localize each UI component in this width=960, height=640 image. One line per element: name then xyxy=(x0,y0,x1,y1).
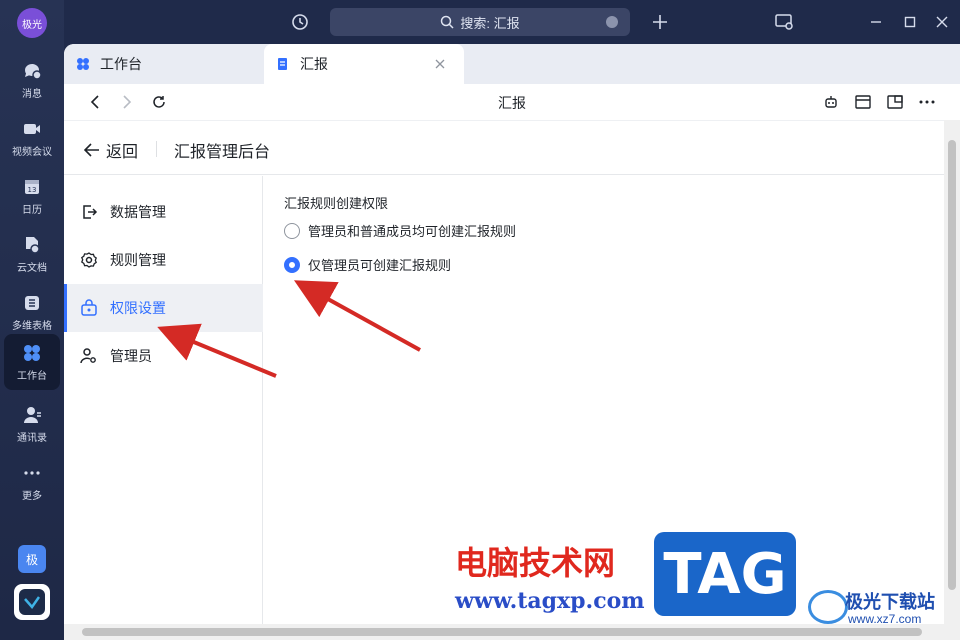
left-rail: 极光 消息 视频会议 13 日历 云文档 多维表格 工作台 通讯录 更多 极 xyxy=(0,0,64,640)
tab-label: 汇报 xyxy=(300,56,328,72)
global-search-input[interactable]: 搜索: 汇报 xyxy=(330,8,630,36)
tab-strip: 工作台 汇报 xyxy=(64,44,960,84)
rail-item-label: 日历 xyxy=(22,204,42,216)
user-avatar[interactable]: 极光 xyxy=(17,8,47,38)
close-tab-icon[interactable] xyxy=(434,57,448,71)
rail-item-cloud-docs[interactable]: 云文档 xyxy=(4,226,60,282)
radio-label: 仅管理员可创建汇报规则 xyxy=(308,258,452,273)
back-label: 返回 xyxy=(106,144,139,161)
rail-item-workspace[interactable]: 工作台 xyxy=(4,334,60,390)
contacts-icon xyxy=(24,406,41,423)
radio-option-all-members[interactable]: 管理员和普通成员均可创建汇报规则 xyxy=(284,221,516,240)
calendar-icon: 13 xyxy=(25,179,39,194)
arrow-left-icon xyxy=(84,143,99,157)
radio-label: 管理员和普通成员均可创建汇报规则 xyxy=(308,224,517,239)
menu-item-label: 权限设置 xyxy=(110,300,166,316)
permission-panel: 汇报规则创建权限 管理员和普通成员均可创建汇报规则 仅管理员可创建汇报规则 xyxy=(284,193,516,273)
horizontal-scrollbar[interactable] xyxy=(64,624,960,640)
app-launcher[interactable] xyxy=(14,584,50,620)
watermark-site-name: 电脑技术网 xyxy=(455,544,616,582)
rail-item-video-meeting[interactable]: 视频会议 xyxy=(4,110,60,166)
watermark-logo-name: 极光下载站 xyxy=(845,592,935,612)
add-icon[interactable] xyxy=(650,12,670,32)
robot-icon[interactable] xyxy=(822,93,840,111)
app-badge[interactable]: 极 xyxy=(18,545,46,573)
lock-bag-icon xyxy=(81,299,97,316)
header-divider xyxy=(156,141,157,157)
watermark-tag-logo: TAG xyxy=(654,532,796,616)
history-icon[interactable] xyxy=(290,12,310,32)
menu-item-label: 规则管理 xyxy=(110,252,166,268)
scroll-thumb[interactable] xyxy=(948,140,956,590)
menu-item-label: 管理员 xyxy=(110,348,152,364)
menu-item-permission-settings[interactable]: 权限设置 xyxy=(64,284,263,332)
report-doc-icon xyxy=(276,57,290,71)
rail-item-label: 消息 xyxy=(22,88,42,100)
table-icon xyxy=(25,295,39,310)
workspace-grid-icon xyxy=(24,344,40,361)
rail-item-label: 云文档 xyxy=(17,262,47,274)
cloud-doc-icon xyxy=(26,236,40,254)
more-dots-icon xyxy=(24,470,40,475)
watermark-swirl-logo xyxy=(808,590,848,624)
export-icon xyxy=(83,205,98,219)
maximize-icon[interactable] xyxy=(900,12,920,32)
nav-bar: 汇报 xyxy=(64,84,960,120)
side-menu: 数据管理 规则管理 权限设置 管理员 xyxy=(64,176,263,625)
search-icon xyxy=(441,15,454,29)
video-camera-icon xyxy=(24,123,40,134)
rail-item-calendar[interactable]: 13 日历 xyxy=(4,168,60,224)
workspace-grid-icon xyxy=(76,57,90,71)
gear-icon xyxy=(81,252,97,268)
radio-button-checked[interactable] xyxy=(284,256,300,273)
page-header: 返回 汇报管理后台 xyxy=(64,121,944,175)
notification-screen-icon[interactable] xyxy=(774,12,794,32)
close-window-icon[interactable] xyxy=(932,12,952,32)
menu-item-rule-management[interactable]: 规则管理 xyxy=(64,236,263,284)
back-button[interactable]: 返回 xyxy=(84,138,138,162)
more-options-icon[interactable] xyxy=(918,93,936,111)
svg-text:13: 13 xyxy=(28,186,37,194)
rail-item-label: 更多 xyxy=(22,490,42,502)
watermark-logo-url: www.xz7.com xyxy=(848,612,922,626)
radio-option-admin-only[interactable]: 仅管理员可创建汇报规则 xyxy=(284,255,451,274)
scroll-thumb[interactable] xyxy=(82,628,922,636)
clear-search-icon[interactable] xyxy=(606,16,618,28)
radio-button[interactable] xyxy=(284,222,300,239)
rail-item-messages[interactable]: 消息 xyxy=(4,52,60,108)
app-logo-icon xyxy=(19,589,45,615)
rail-item-label: 通讯录 xyxy=(17,432,47,444)
rail-item-label: 多维表格 xyxy=(12,320,52,332)
menu-item-data-management[interactable]: 数据管理 xyxy=(64,188,263,236)
header-title: 汇报管理后台 xyxy=(174,144,271,161)
admin-user-icon xyxy=(80,348,96,364)
menu-item-label: 数据管理 xyxy=(110,204,166,220)
tab-report[interactable]: 汇报 xyxy=(264,44,464,84)
rail-item-label: 视频会议 xyxy=(12,146,52,158)
chat-bubble-icon xyxy=(24,63,42,80)
tab-workspace[interactable]: 工作台 xyxy=(64,44,262,84)
panel-title: 汇报规则创建权限 xyxy=(284,196,389,211)
rail-item-more[interactable]: 更多 xyxy=(4,454,60,510)
vertical-scrollbar[interactable] xyxy=(944,120,960,624)
window-mode-icon[interactable] xyxy=(854,93,872,111)
tab-label: 工作台 xyxy=(100,56,142,72)
search-text: 搜索: 汇报 xyxy=(460,15,520,31)
split-window-icon[interactable] xyxy=(886,93,904,111)
minimize-icon[interactable] xyxy=(866,12,886,32)
rail-item-multi-table[interactable]: 多维表格 xyxy=(4,284,60,340)
menu-item-administrators[interactable]: 管理员 xyxy=(64,332,263,380)
rail-item-contacts[interactable]: 通讯录 xyxy=(4,396,60,452)
title-bar: 搜索: 汇报 xyxy=(64,0,960,44)
watermark-url: www.tagxp.com xyxy=(455,588,645,614)
rail-item-label: 工作台 xyxy=(17,370,47,382)
